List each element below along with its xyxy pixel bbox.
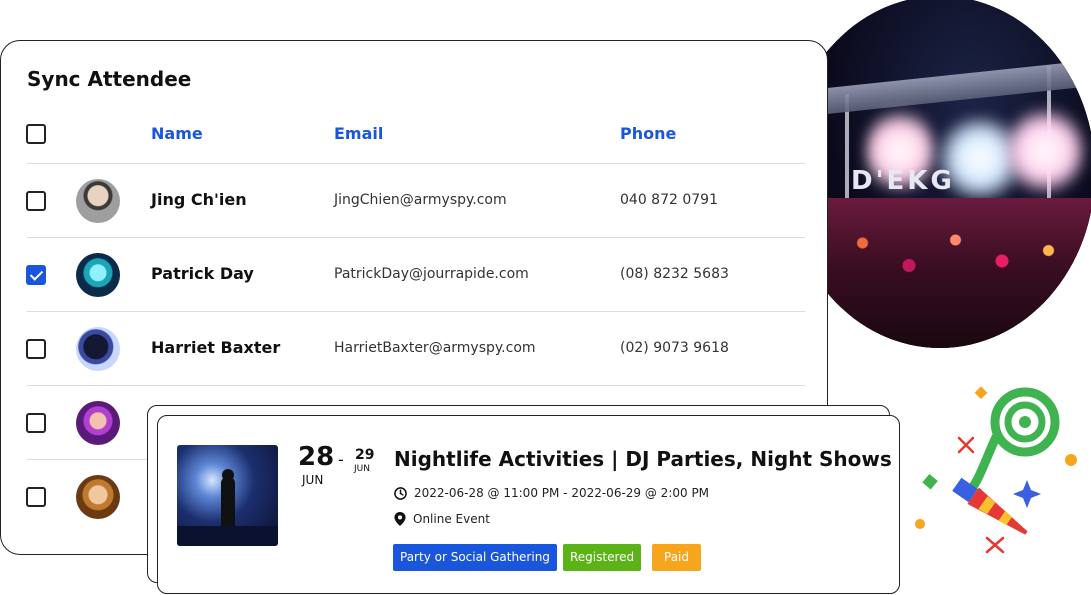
avatar xyxy=(76,179,120,223)
event-card[interactable]: 28 JUN - 29 JUN Nightlife Activities | D… xyxy=(157,415,900,594)
event-datetime: 2022-06-28 @ 11:00 PM - 2022-06-29 @ 2:0… xyxy=(414,486,710,500)
stage-sign: D'EKG xyxy=(851,166,955,196)
attendee-email: HarrietBaxter@armyspy.com xyxy=(334,340,536,356)
attendee-email: JingChien@armyspy.com xyxy=(334,192,507,208)
event-thumbnail xyxy=(177,445,278,546)
row-checkbox[interactable] xyxy=(26,413,46,433)
start-day: 28 xyxy=(298,442,335,472)
start-month: JUN xyxy=(302,473,324,487)
map-pin-icon xyxy=(394,512,406,526)
column-header-email[interactable]: Email xyxy=(334,124,383,143)
clock-icon xyxy=(394,486,407,500)
event-datetime-row: 2022-06-28 @ 11:00 PM - 2022-06-29 @ 2:0… xyxy=(394,486,709,500)
attendee-phone: 040 872 0791 xyxy=(620,192,718,208)
row-checkbox[interactable] xyxy=(26,487,46,507)
date-separator: - xyxy=(338,450,344,469)
avatar xyxy=(76,401,120,445)
column-header-phone[interactable]: Phone xyxy=(620,124,676,143)
concert-photo: D'EKG xyxy=(785,0,1091,348)
event-location-row: Online Event xyxy=(394,512,490,526)
end-month: JUN xyxy=(354,464,370,474)
avatar xyxy=(76,475,120,519)
attendee-phone: (02) 9073 9618 xyxy=(620,340,729,356)
column-header-name[interactable]: Name xyxy=(151,124,203,143)
attendee-name: Jing Ch'ien xyxy=(151,190,247,209)
card-title: Sync Attendee xyxy=(27,67,192,91)
select-all-checkbox[interactable] xyxy=(26,124,46,144)
avatar xyxy=(76,327,120,371)
registered-badge: Registered xyxy=(563,544,642,571)
category-badge: Party or Social Gathering xyxy=(393,544,557,571)
row-checkbox[interactable] xyxy=(26,191,46,211)
row-checkbox[interactable] xyxy=(26,339,46,359)
end-day: 29 xyxy=(355,447,375,463)
attendee-email: PatrickDay@jourrapide.com xyxy=(334,266,529,282)
event-title[interactable]: Nightlife Activities | DJ Parties, Night… xyxy=(394,447,892,471)
event-location: Online Event xyxy=(413,512,490,526)
avatar xyxy=(76,253,120,297)
attendee-name: Harriet Baxter xyxy=(151,338,281,357)
attendee-name: Patrick Day xyxy=(151,264,254,283)
party-popper-icon xyxy=(915,386,1077,554)
attendee-phone: (08) 8232 5683 xyxy=(620,266,729,282)
row-checkbox[interactable] xyxy=(26,265,46,285)
paid-badge: Paid xyxy=(652,544,702,571)
